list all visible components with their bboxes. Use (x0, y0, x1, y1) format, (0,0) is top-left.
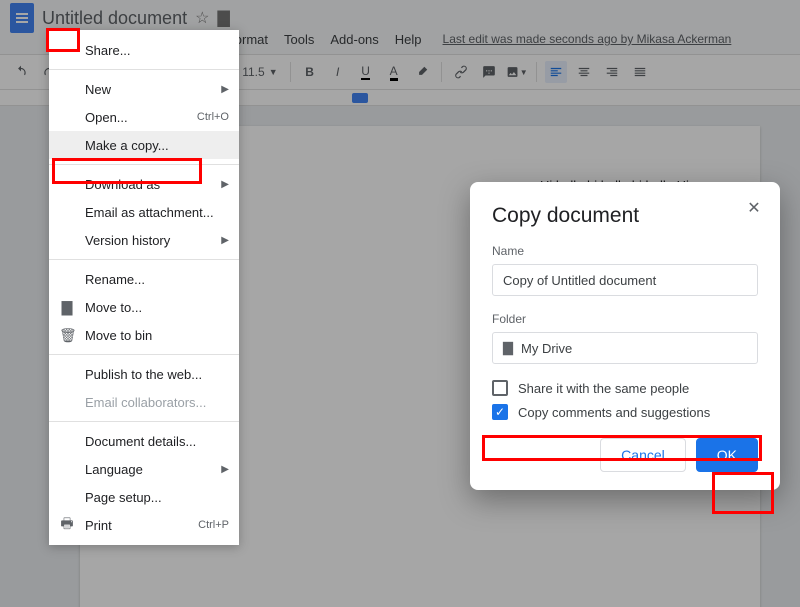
menu-item-page-setup[interactable]: Page setup... (49, 483, 239, 511)
folder-value: My Drive (521, 341, 572, 356)
menu-separator (49, 354, 239, 355)
copy-comments-label: Copy comments and suggestions (518, 405, 710, 420)
menu-item-publish-web[interactable]: Publish to the web... (49, 360, 239, 388)
cancel-button-label: Cancel (621, 447, 665, 463)
menu-item-language[interactable]: Language ▶ (49, 455, 239, 483)
menu-item-label: Move to... (85, 300, 142, 315)
file-menu-dropdown: Share... New ▶ Open... Ctrl+O Make a copy.… (49, 30, 239, 545)
menu-item-label: Open... (85, 110, 128, 125)
menu-item-rename[interactable]: Rename... (49, 265, 239, 293)
menu-item-label: New (85, 82, 111, 97)
menu-item-label: Page setup... (85, 490, 162, 505)
menu-item-make-copy[interactable]: Make a copy... (49, 131, 239, 159)
menu-item-print[interactable]: 🖶 Print Ctrl+P (49, 511, 239, 539)
print-icon: 🖶 (59, 513, 75, 537)
menu-separator (49, 69, 239, 70)
cancel-button[interactable]: Cancel (600, 438, 686, 472)
menu-item-label: Share... (85, 43, 131, 58)
menu-item-email-collaborators: Email collaborators... (49, 388, 239, 416)
menu-item-label: Document details... (85, 434, 196, 449)
share-same-checkbox-row[interactable]: Share it with the same people (492, 380, 758, 396)
menu-item-label: Version history (85, 233, 170, 248)
menu-item-label: Download as (85, 177, 160, 192)
submenu-arrow-icon: ▶ (221, 235, 229, 246)
menu-item-label: Rename... (85, 272, 145, 287)
menu-item-document-details[interactable]: Document details... (49, 427, 239, 455)
name-input[interactable]: Copy of Untitled document (492, 264, 758, 296)
menu-item-new[interactable]: New ▶ (49, 75, 239, 103)
menu-item-email-attachment[interactable]: Email as attachment... (49, 198, 239, 226)
close-icon[interactable]: ✕ (742, 196, 766, 220)
submenu-arrow-icon: ▶ (221, 84, 229, 95)
menu-item-label: Make a copy... (85, 138, 169, 153)
ok-button-label: OK (717, 447, 737, 463)
menu-item-share[interactable]: Share... (49, 36, 239, 64)
menu-item-move-to-bin[interactable]: 🗑 Move to bin (49, 321, 239, 349)
checkbox-checked-icon[interactable]: ✓ (492, 404, 508, 420)
menu-item-version-history[interactable]: Version history ▶ (49, 226, 239, 254)
copy-comments-checkbox-row[interactable]: ✓ Copy comments and suggestions (492, 404, 758, 420)
folder-icon: ▇ (59, 299, 75, 316)
copy-document-dialog: ✕ Copy document Name Copy of Untitled do… (470, 182, 780, 490)
menu-item-download-as[interactable]: Download as ▶ (49, 170, 239, 198)
folder-icon: ▇ (503, 340, 513, 356)
menu-separator (49, 421, 239, 422)
shortcut-label: Ctrl+P (198, 519, 229, 531)
menu-item-label: Publish to the web... (85, 367, 202, 382)
name-input-value: Copy of Untitled document (503, 273, 656, 288)
shortcut-label: Ctrl+O (197, 111, 229, 123)
dialog-title: Copy document (492, 204, 758, 228)
menu-item-label: Move to bin (85, 328, 152, 343)
trash-icon: 🗑 (59, 327, 75, 344)
menu-item-label: Print (85, 518, 112, 533)
submenu-arrow-icon: ▶ (221, 464, 229, 475)
menu-item-label: Email as attachment... (85, 205, 214, 220)
ok-button[interactable]: OK (696, 438, 758, 472)
menu-separator (49, 259, 239, 260)
menu-separator (49, 164, 239, 165)
app-root: Untitled document ☆ ▇ File Edit View Ins… (0, 0, 800, 607)
submenu-arrow-icon: ▶ (221, 179, 229, 190)
menu-item-label: Email collaborators... (85, 395, 206, 410)
checkbox-unchecked-icon[interactable] (492, 380, 508, 396)
name-label: Name (492, 244, 758, 258)
menu-item-open[interactable]: Open... Ctrl+O (49, 103, 239, 131)
menu-item-move-to[interactable]: ▇ Move to... (49, 293, 239, 321)
folder-picker[interactable]: ▇ My Drive (492, 332, 758, 364)
share-same-label: Share it with the same people (518, 381, 689, 396)
dialog-actions: Cancel OK (492, 438, 758, 472)
folder-label: Folder (492, 312, 758, 326)
menu-item-label: Language (85, 462, 143, 477)
